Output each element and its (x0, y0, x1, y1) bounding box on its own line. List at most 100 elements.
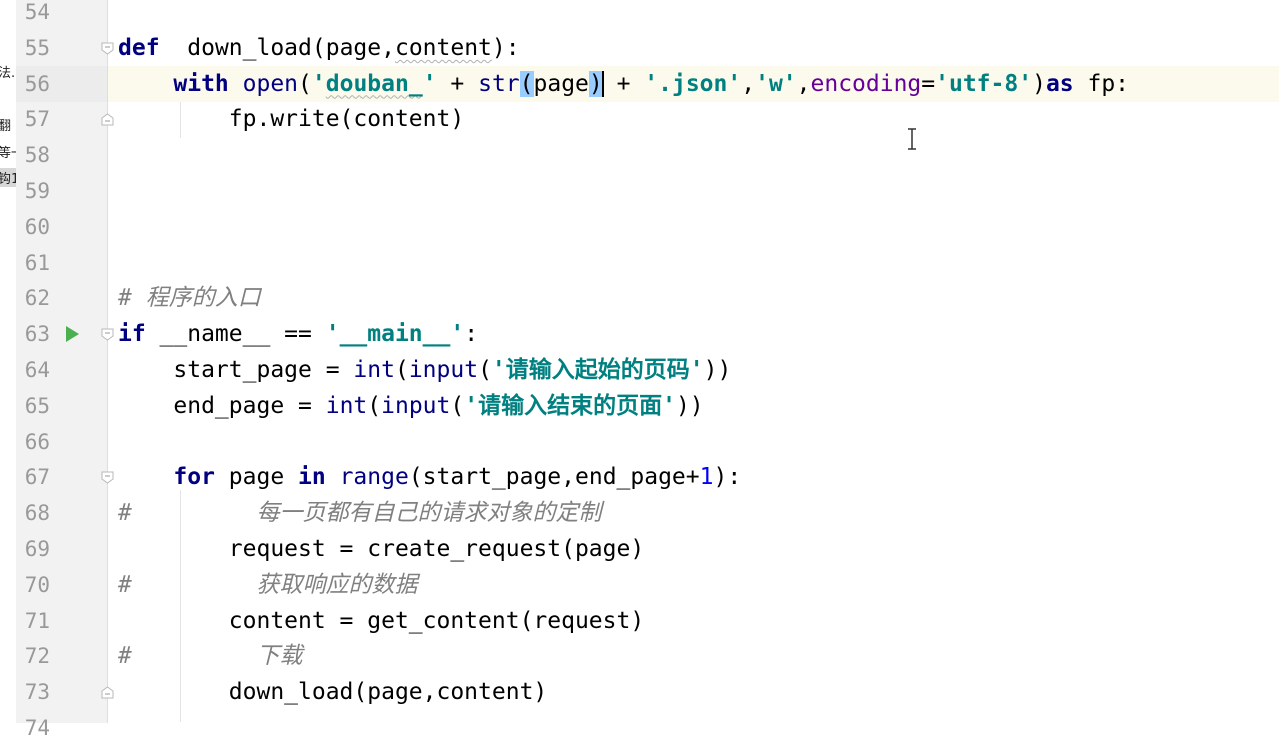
line-number: 61 (24, 250, 50, 275)
code-token: )) (675, 392, 704, 419)
code-token: 1 (699, 464, 714, 491)
code-token: # (118, 643, 257, 670)
code-token: ( (450, 392, 465, 419)
code-line: 61 (0, 245, 1279, 281)
line-number: 67 (24, 465, 50, 490)
code-token: if (118, 321, 160, 348)
code-token: int (325, 392, 368, 419)
code-token: __name__ == (159, 321, 326, 348)
code-line: 67 for page in range(start_page,end_page… (0, 459, 1279, 495)
code-text[interactable]: end_page = int(input('请输入结束的页面')) (118, 388, 704, 424)
code-token: + (602, 70, 645, 97)
code-token: douban_ (325, 70, 423, 97)
code-token: open (242, 70, 299, 97)
code-token: ' (464, 392, 479, 419)
code-line: 60 (0, 209, 1279, 245)
code-text[interactable]: content = get_content(request) (118, 603, 644, 639)
code-line: 66 (0, 424, 1279, 460)
code-token: fp.write(content) (118, 106, 465, 133)
code-token: for (173, 464, 229, 491)
line-number: 64 (24, 358, 50, 382)
code-text[interactable]: start_page = int(input('请输入起始的页码')) (118, 352, 731, 388)
line-number: 73 (24, 680, 50, 705)
code-token: end_page = (118, 392, 326, 419)
code-line: 57 fp.write(content) (0, 101, 1279, 137)
fold-marker-icon[interactable] (101, 113, 114, 126)
code-token: int (353, 357, 395, 383)
code-token: ): (713, 464, 742, 491)
code-token: ' (689, 357, 704, 383)
line-number: 72 (24, 644, 50, 669)
code-line: 74 (0, 710, 1279, 746)
code-token: '__main__' (325, 321, 465, 348)
code-token: as (1045, 70, 1074, 97)
code-token: start_page = (118, 357, 354, 383)
code-token: encoding (810, 70, 922, 97)
code-token: request = create_request(page) (118, 536, 645, 562)
code-text[interactable]: # 获取响应的数据 (118, 567, 417, 603)
code-token: '.json' (644, 70, 742, 97)
line-number: 58 (24, 143, 50, 168)
code-token: ' (491, 357, 506, 383)
code-text[interactable]: down_load(page,content) (118, 674, 548, 710)
code-line: 70 # 获取响应的数据 (0, 567, 1279, 603)
code-token: ' (311, 70, 326, 97)
code-text[interactable]: fp.write(content) (118, 101, 464, 137)
line-number: 60 (24, 214, 50, 239)
code-token: def (118, 34, 160, 61)
code-token: 请输入结束的页面 (478, 392, 663, 419)
code-line: 65 end_page = int(input('请输入结束的页面')) (0, 388, 1279, 424)
code-text[interactable]: request = create_request(page) (118, 531, 644, 567)
code-line: 68 # 每一页都有自己的请求对象的定制 (0, 495, 1279, 531)
code-token: with (173, 70, 243, 97)
code-token: range (339, 464, 409, 491)
code-line: 69 request = create_request(page) (0, 531, 1279, 567)
line-number: 62 (24, 286, 50, 311)
line-number: 69 (24, 537, 50, 561)
code-token: ( (298, 70, 312, 97)
code-line: 62 # 程序的入口 (0, 280, 1279, 316)
code-token: ' (662, 392, 676, 419)
code-text[interactable]: # 程序的入口 (118, 280, 261, 316)
code-token: # (118, 500, 257, 527)
fold-marker-icon[interactable] (101, 328, 114, 341)
code-token: fp: (1073, 70, 1130, 97)
code-text[interactable]: # 下载 (118, 638, 302, 674)
code-token: = (921, 70, 936, 97)
code-token: input (408, 357, 479, 383)
code-text[interactable]: if __name__ == '__main__': (118, 316, 478, 352)
code-token: ( (478, 357, 492, 383)
line-number: 55 (24, 35, 50, 60)
code-text[interactable]: for page in range(start_page,end_page+1)… (118, 459, 741, 495)
code-token: (start_page,end_page+ (408, 464, 700, 491)
code-line: 56 with open('douban_' + str(page) + '.j… (0, 66, 1279, 102)
code-token: input (381, 392, 451, 419)
code-line: 72 # 下载 (0, 638, 1279, 674)
code-token: ) (588, 70, 603, 97)
line-number: 54 (24, 0, 50, 24)
code-line: 58 (0, 137, 1279, 173)
line-number: 74 (24, 716, 50, 740)
fold-marker-icon[interactable] (101, 471, 114, 485)
fold-marker-icon[interactable] (101, 686, 114, 699)
code-token: content = get_content(request) (118, 607, 645, 634)
code-token: , (796, 70, 811, 97)
code-token: content (394, 34, 492, 61)
code-token: down_load(page,content) (118, 679, 548, 706)
code-token: 获取响应的数据 (256, 571, 418, 598)
line-number: 70 (24, 572, 50, 597)
code-text[interactable]: # 每一页都有自己的请求对象的定制 (118, 495, 601, 531)
code-token: 'w' (755, 70, 797, 97)
run-arrow-icon[interactable] (66, 326, 79, 343)
code-token: 程序的入口 (145, 285, 261, 312)
line-number: 66 (24, 429, 50, 454)
code-line: 63 if __name__ == '__main__': (0, 316, 1279, 352)
code-token: 下载 (256, 643, 303, 670)
fold-marker-icon[interactable] (101, 42, 114, 55)
code-token: ) (1032, 70, 1046, 97)
line-number: 59 (24, 179, 50, 203)
code-text[interactable]: def down_load(page,content): (118, 30, 520, 66)
code-text[interactable]: with open('douban_' + str(page) + '.json… (118, 66, 1129, 102)
